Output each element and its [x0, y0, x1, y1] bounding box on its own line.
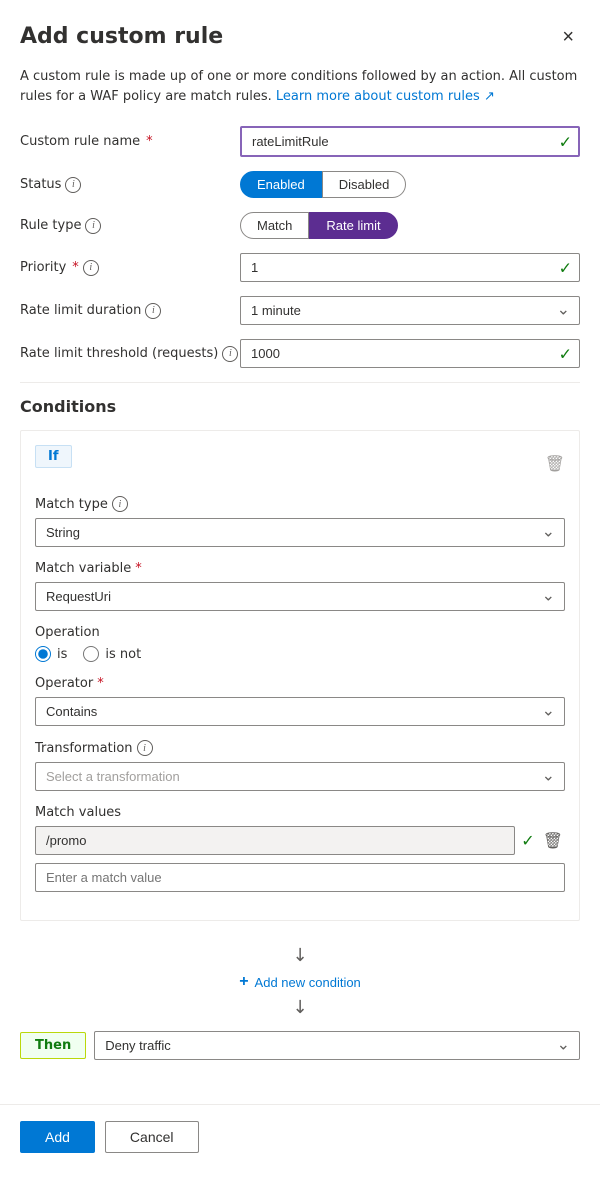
- arrow-down-icon-2: ↓: [292, 999, 307, 1017]
- match-variable-select[interactable]: RequestUri: [35, 582, 565, 611]
- status-toggle: Enabled Disabled: [240, 171, 580, 198]
- footer: Add Cancel: [0, 1104, 600, 1169]
- rule-type-info-icon[interactable]: i: [85, 218, 101, 234]
- operator-select-wrapper: Contains: [35, 697, 565, 726]
- match-value-existing-input[interactable]: [35, 826, 515, 855]
- rate-limit-duration-select[interactable]: 1 minute: [240, 296, 580, 325]
- rule-type-match-button[interactable]: Match: [240, 212, 309, 239]
- rate-limit-threshold-row: Rate limit threshold (requests) i ✓: [20, 339, 580, 368]
- match-type-info-icon[interactable]: i: [112, 496, 128, 512]
- delete-match-value-button[interactable]: 🗑: [541, 829, 565, 853]
- delete-condition-button[interactable]: 🗑: [545, 454, 565, 474]
- divider: [20, 382, 580, 383]
- external-link-icon: ↗: [484, 89, 495, 104]
- status-disabled-button[interactable]: Disabled: [322, 171, 407, 198]
- add-condition-container: ↓ + Add new condition ↓: [20, 937, 580, 1027]
- panel-header: Add custom rule ×: [20, 24, 580, 51]
- transformation-select-wrapper: Select a transformation: [35, 762, 565, 791]
- match-value-existing-row: ✓ 🗑: [35, 826, 565, 855]
- match-type-group: Match type i String: [35, 496, 565, 547]
- action-select-wrapper: Deny traffic: [94, 1031, 580, 1060]
- add-condition-button[interactable]: + Add new condition: [231, 969, 369, 995]
- then-row: Then Deny traffic: [20, 1031, 580, 1060]
- rate-limit-threshold-field: ✓: [240, 339, 580, 368]
- plus-icon: +: [239, 973, 248, 991]
- conditions-section-title: Conditions: [20, 397, 580, 416]
- threshold-check-icon: ✓: [559, 344, 572, 363]
- operation-is-radio[interactable]: [35, 646, 51, 662]
- status-enabled-button[interactable]: Enabled: [240, 171, 322, 198]
- rate-limit-duration-label: Rate limit duration i: [20, 303, 240, 319]
- rate-limit-duration-row: Rate limit duration i 1 minute: [20, 296, 580, 325]
- transformation-select[interactable]: Select a transformation: [35, 762, 565, 791]
- condition-header: If 🗑: [35, 445, 565, 482]
- panel-title: Add custom rule: [20, 24, 223, 49]
- operation-is-option[interactable]: is: [35, 646, 67, 662]
- status-label: Status i: [20, 177, 240, 193]
- transformation-info-icon[interactable]: i: [137, 740, 153, 756]
- priority-check-icon: ✓: [559, 258, 572, 277]
- operation-isnot-option[interactable]: is not: [83, 646, 141, 662]
- operator-select[interactable]: Contains: [35, 697, 565, 726]
- arrow-down-icon: ↓: [292, 947, 307, 965]
- if-badge: If: [35, 445, 72, 468]
- custom-rule-name-field: ✓: [240, 126, 580, 157]
- priority-row: Priority * i ✓: [20, 253, 580, 282]
- match-variable-group: Match variable * RequestUri: [35, 561, 565, 611]
- rule-type-row: Rule type i Match Rate limit: [20, 212, 580, 239]
- match-variable-select-wrapper: RequestUri: [35, 582, 565, 611]
- rate-limit-duration-field: 1 minute: [240, 296, 580, 325]
- operation-group: Operation is is not: [35, 625, 565, 662]
- match-variable-label: Match variable *: [35, 561, 565, 576]
- transformation-group: Transformation i Select a transformation: [35, 740, 565, 791]
- operation-label: Operation: [35, 625, 565, 640]
- cancel-button[interactable]: Cancel: [105, 1121, 199, 1153]
- rate-limit-threshold-input[interactable]: [240, 339, 580, 368]
- custom-rule-name-label: Custom rule name *: [20, 134, 240, 149]
- priority-info-icon[interactable]: i: [83, 260, 99, 276]
- custom-rule-name-input[interactable]: [240, 126, 580, 157]
- rule-type-rate-button[interactable]: Rate limit: [309, 212, 397, 239]
- operation-radio-group: is is not: [35, 646, 565, 662]
- valid-check-icon: ✓: [559, 132, 572, 151]
- learn-more-link[interactable]: Learn more about custom rules ↗: [276, 89, 495, 104]
- match-value-new-input[interactable]: [35, 863, 565, 892]
- rate-limit-threshold-label: Rate limit threshold (requests) i: [20, 346, 240, 362]
- match-value-check-icon: ✓: [521, 831, 534, 850]
- status-info-icon[interactable]: i: [65, 177, 81, 193]
- condition-block: If 🗑 Match type i String Match variable …: [20, 430, 580, 921]
- then-badge: Then: [20, 1032, 86, 1059]
- match-type-select[interactable]: String: [35, 518, 565, 547]
- add-button[interactable]: Add: [20, 1121, 95, 1153]
- close-button[interactable]: ×: [556, 24, 580, 51]
- transformation-label: Transformation i: [35, 740, 565, 756]
- action-select[interactable]: Deny traffic: [94, 1031, 580, 1060]
- operator-group: Operator * Contains: [35, 676, 565, 726]
- match-values-group: Match values ✓ 🗑: [35, 805, 565, 892]
- rate-limit-threshold-info-icon[interactable]: i: [222, 346, 238, 362]
- priority-label: Priority * i: [20, 260, 240, 276]
- rule-type-toggle: Match Rate limit: [240, 212, 580, 239]
- priority-input[interactable]: [240, 253, 580, 282]
- operation-isnot-radio[interactable]: [83, 646, 99, 662]
- rate-limit-duration-info-icon[interactable]: i: [145, 303, 161, 319]
- match-type-label: Match type i: [35, 496, 565, 512]
- operator-label: Operator *: [35, 676, 565, 691]
- description-text: A custom rule is made up of one or more …: [20, 67, 580, 106]
- match-values-label: Match values: [35, 805, 565, 820]
- match-type-select-wrapper: String: [35, 518, 565, 547]
- rule-type-label: Rule type i: [20, 218, 240, 234]
- priority-field: ✓: [240, 253, 580, 282]
- status-row: Status i Enabled Disabled: [20, 171, 580, 198]
- custom-rule-name-row: Custom rule name * ✓: [20, 126, 580, 157]
